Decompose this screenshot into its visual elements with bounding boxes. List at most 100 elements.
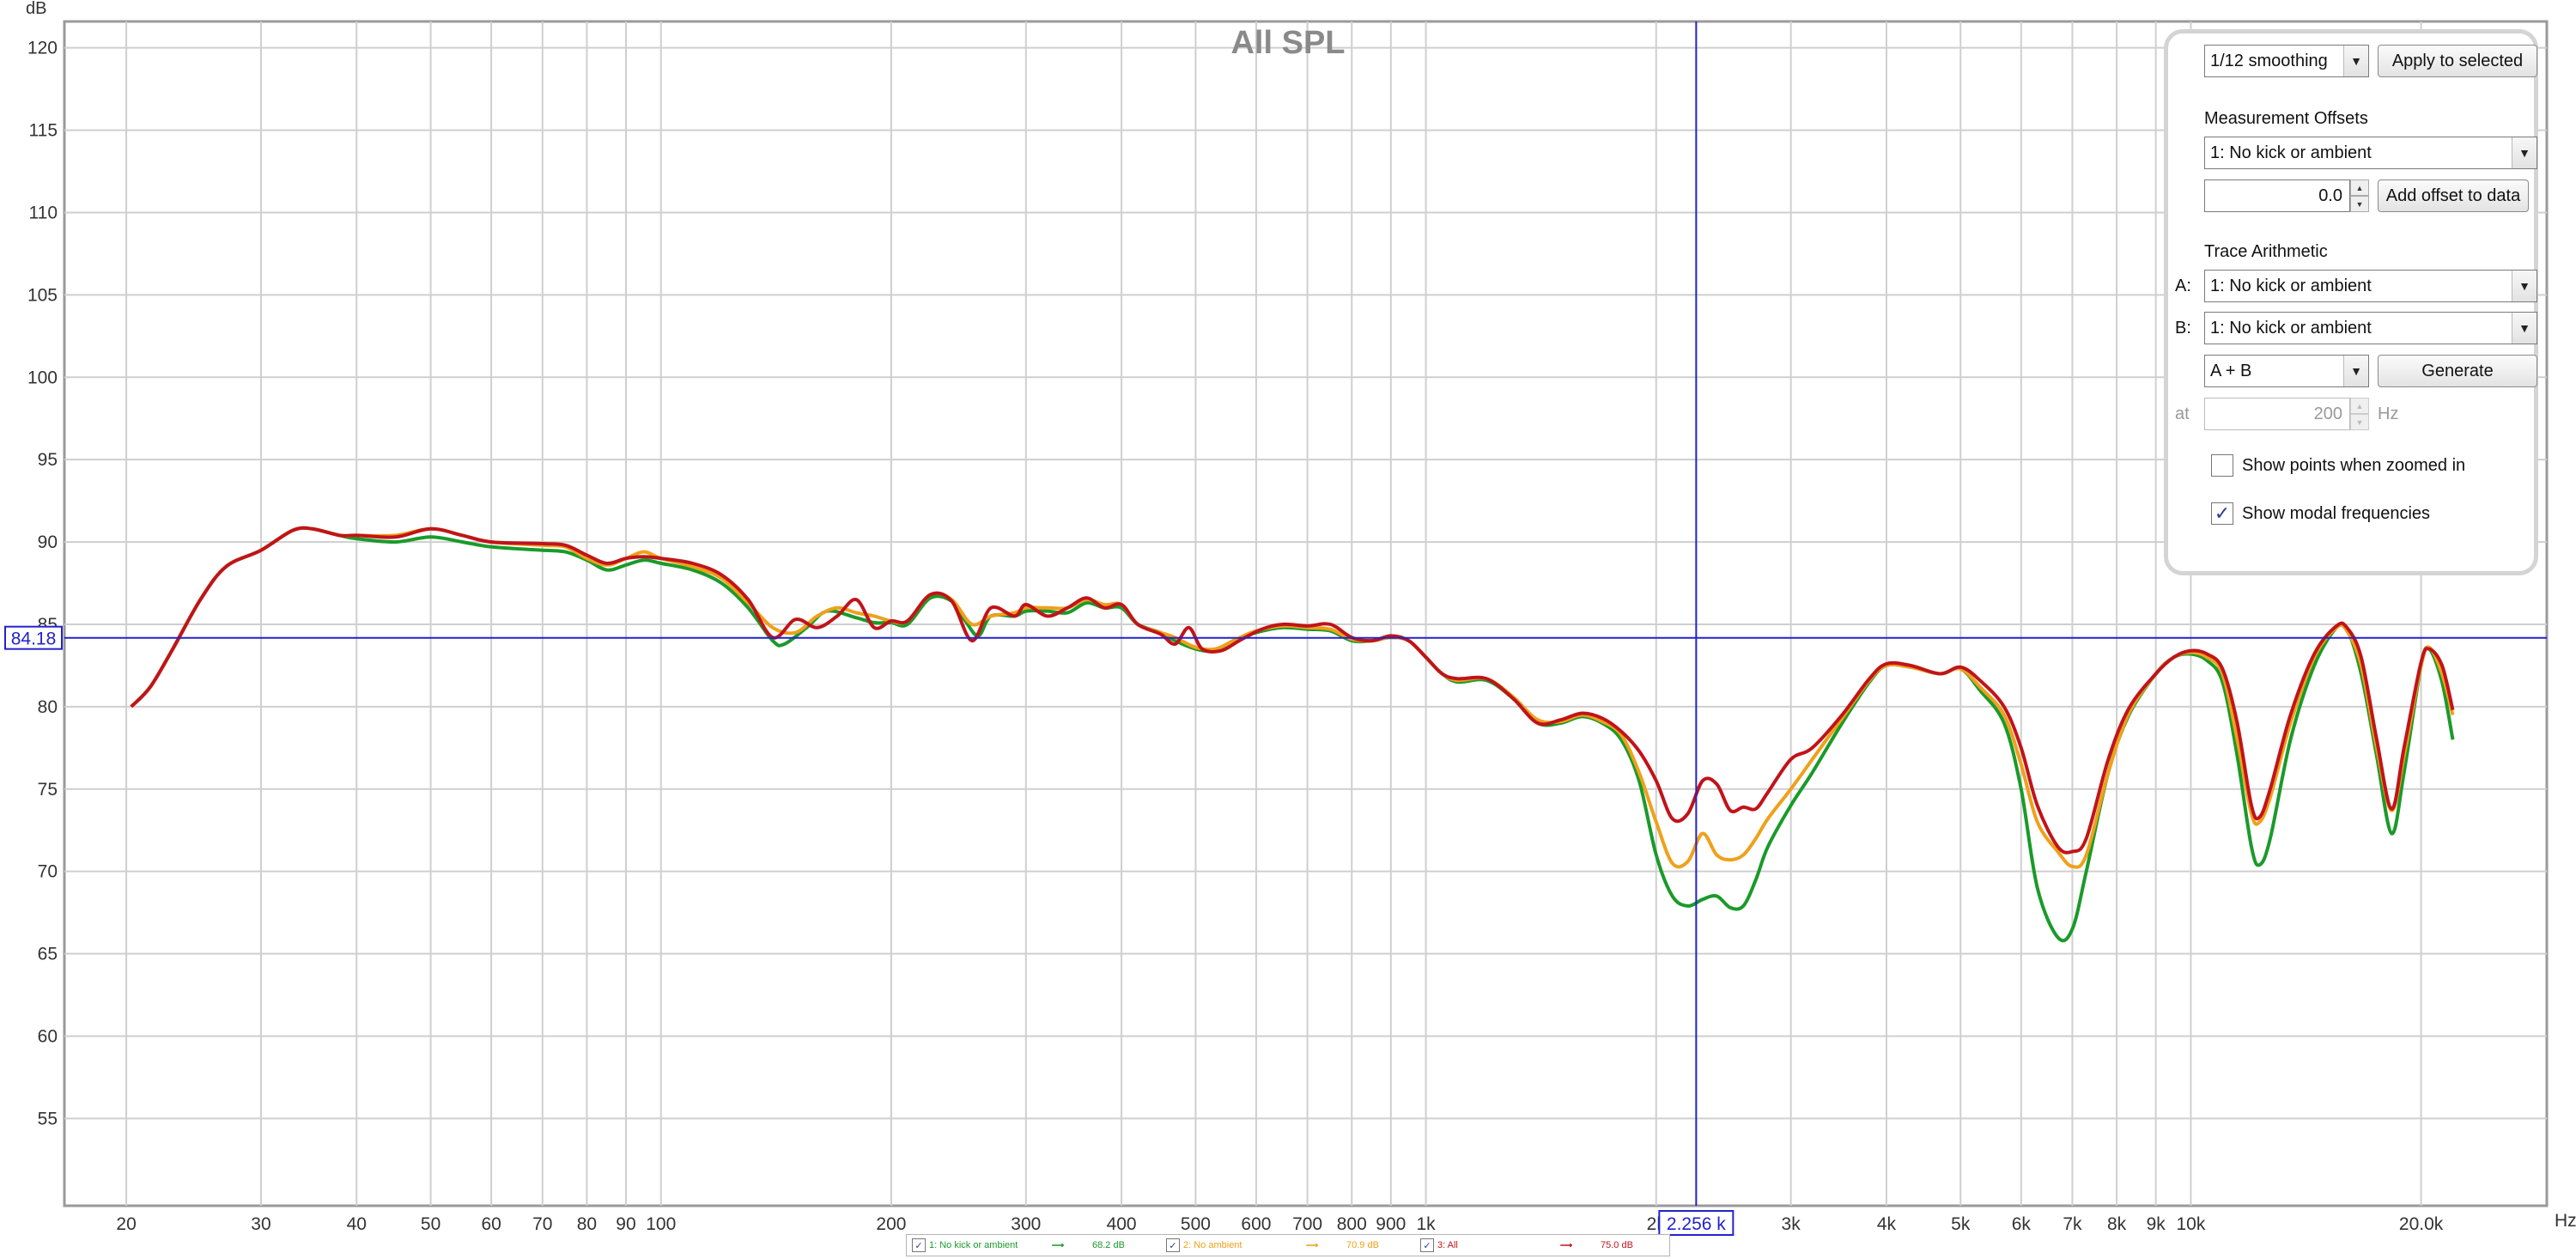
x-tick-label: 4k — [1877, 1214, 1897, 1234]
legend-checkbox[interactable]: ✓ — [1420, 1238, 1434, 1252]
trace-b-value: 1: No kick or ambient — [2210, 318, 2372, 338]
smoothing-select[interactable]: 1/12 smoothing ▼ — [2204, 45, 2369, 77]
cursor-x-value: 2.256 k — [1667, 1214, 1726, 1234]
y-tick-label: 120 — [27, 39, 58, 58]
x-tick-label: 80 — [577, 1214, 597, 1234]
smoothing-value: 1/12 smoothing — [2210, 51, 2328, 70]
legend-checkbox[interactable]: ✓ — [912, 1238, 926, 1252]
trace-symbol-icon: ⟶ — [1559, 1240, 1573, 1250]
x-tick-label: 9k — [2147, 1214, 2166, 1234]
x-tick-label: 600 — [1241, 1214, 1271, 1234]
x-tick-label: 800 — [1337, 1214, 1367, 1234]
legend-item[interactable]: ✓ 3: All ⟶ 75.0 dB — [1415, 1238, 1669, 1252]
add-offset-button[interactable]: Add offset to data — [2378, 179, 2529, 212]
chart-title: All SPL — [1230, 25, 1345, 61]
x-tick-label: 10k — [2176, 1214, 2205, 1234]
x-tick-label: 500 — [1181, 1214, 1211, 1234]
y-tick-label: 90 — [38, 532, 58, 552]
spin-down-icon[interactable]: ▼ — [2350, 196, 2369, 212]
legend-value: 70.9 dB — [1346, 1240, 1379, 1250]
show-modal-label: Show modal frequencies — [2242, 503, 2431, 523]
at-frequency-input[interactable]: 200 — [2204, 398, 2350, 430]
chevron-down-icon: ▼ — [2512, 271, 2537, 301]
at-unit-label: Hz — [2378, 404, 2399, 423]
y-tick-label: 65 — [38, 945, 58, 964]
x-tick-label: 60 — [481, 1214, 501, 1234]
legend-name: 3: All — [1437, 1240, 1458, 1250]
x-tick-label: 30 — [251, 1214, 270, 1234]
legend-checkbox[interactable]: ✓ — [1166, 1238, 1180, 1252]
chevron-down-icon: ▼ — [2343, 356, 2368, 386]
spin-up-icon[interactable]: ▲ — [2350, 398, 2369, 414]
x-tick-label: 6k — [2012, 1214, 2032, 1234]
show-points-checkbox[interactable] — [2211, 454, 2233, 477]
y-tick-label: 55 — [38, 1109, 58, 1128]
trace-a-label: A: — [2175, 276, 2191, 295]
legend: ✓ 1: No kick or ambient ⟶ 68.2 dB ✓ 2: N… — [906, 1234, 1670, 1256]
spin-up-icon[interactable]: ▲ — [2350, 179, 2369, 196]
legend-item[interactable]: ✓ 2: No ambient ⟶ 70.9 dB — [1161, 1238, 1415, 1252]
operation-value: A + B — [2210, 361, 2252, 380]
y-tick-label: 95 — [38, 450, 58, 470]
trace-arithmetic-label: Trace Arithmetic — [2204, 242, 2328, 261]
at-label: at — [2175, 404, 2190, 423]
x-tick-label: 900 — [1376, 1214, 1406, 1234]
x-tick-label: 7k — [2063, 1214, 2082, 1234]
y-tick-labels: 556065707580859095100105110115120 — [27, 39, 58, 1129]
legend-value: 68.2 dB — [1092, 1240, 1125, 1250]
legend-name: 1: No kick or ambient — [929, 1240, 1018, 1250]
x-tick-labels: 20 30 40 50 60 70 80 90 100 200 300 400 500 600 700 800… — [116, 1214, 2443, 1234]
x-tick-label: 100 — [646, 1214, 676, 1234]
x-tick-label: 3k — [1782, 1214, 1801, 1234]
x-tick-label: 8k — [2107, 1214, 2127, 1234]
x-tick-label: 20 — [116, 1214, 136, 1234]
x-tick-label: 5k — [1951, 1214, 1971, 1234]
y-tick-label: 110 — [29, 203, 58, 222]
control-panel: 1/12 smoothing ▼ Apply to selected Measu… — [2164, 29, 2538, 575]
x-tick-label: 90 — [616, 1214, 635, 1234]
apply-to-selected-button[interactable]: Apply to selected — [2378, 45, 2537, 77]
x-tick-label: 200 — [876, 1214, 906, 1234]
x-tick-label: 300 — [1011, 1214, 1041, 1234]
spin-down-icon[interactable]: ▼ — [2350, 414, 2369, 430]
show-points-option[interactable]: Show points when zoomed in — [2211, 454, 2465, 477]
legend-item[interactable]: ✓ 1: No kick or ambient ⟶ 68.2 dB — [907, 1238, 1161, 1252]
show-modal-checkbox[interactable]: ✓ — [2211, 502, 2233, 525]
trace-a-select[interactable]: 1: No kick or ambient ▼ — [2204, 270, 2537, 302]
x-tick-label: 40 — [347, 1214, 367, 1234]
chevron-down-icon: ▼ — [2512, 137, 2537, 168]
legend-value: 75.0 dB — [1601, 1240, 1633, 1250]
y-tick-label: 100 — [27, 368, 58, 387]
offset-value-input[interactable]: 0.0 — [2204, 179, 2350, 212]
trace-symbol-icon: ⟶ — [1051, 1240, 1065, 1250]
x-tick-label: 700 — [1292, 1214, 1322, 1234]
y-tick-label: 105 — [27, 285, 58, 305]
y-tick-label: 70 — [38, 862, 58, 882]
y-tick-label: 60 — [38, 1026, 58, 1046]
y-axis-label: dB — [26, 0, 46, 18]
x-axis-unit: Hz — [2555, 1211, 2576, 1231]
y-tick-label: 115 — [29, 121, 58, 141]
x-tick-label: 1k — [1416, 1214, 1436, 1234]
cursor-y-value: 84.18 — [11, 630, 57, 649]
y-tick-label: 75 — [38, 780, 58, 800]
trace-symbol-icon: ⟶ — [1305, 1240, 1319, 1250]
show-modal-option[interactable]: ✓ Show modal frequencies — [2211, 502, 2430, 525]
chevron-down-icon: ▼ — [2512, 313, 2537, 344]
generate-button[interactable]: Generate — [2378, 355, 2537, 387]
trace-b-label: B: — [2175, 318, 2191, 338]
x-tick-label: 400 — [1107, 1214, 1137, 1234]
show-points-label: Show points when zoomed in — [2242, 455, 2466, 475]
operation-select[interactable]: A + B ▼ — [2204, 355, 2369, 387]
x-tick-label: 50 — [421, 1214, 440, 1234]
chevron-down-icon: ▼ — [2343, 46, 2368, 76]
offset-measurement-select[interactable]: 1: No kick or ambient ▼ — [2204, 137, 2537, 169]
trace-b-select[interactable]: 1: No kick or ambient ▼ — [2204, 312, 2537, 344]
offset-spinner[interactable]: ▲ ▼ — [2350, 179, 2369, 212]
legend-name: 2: No ambient — [1183, 1240, 1242, 1250]
y-tick-label: 80 — [38, 697, 58, 717]
x-tick-label: 20.0k — [2399, 1214, 2444, 1234]
at-spinner[interactable]: ▲ ▼ — [2350, 398, 2369, 430]
trace-a-value: 1: No kick or ambient — [2210, 276, 2372, 295]
measurement-offsets-label: Measurement Offsets — [2204, 109, 2368, 128]
